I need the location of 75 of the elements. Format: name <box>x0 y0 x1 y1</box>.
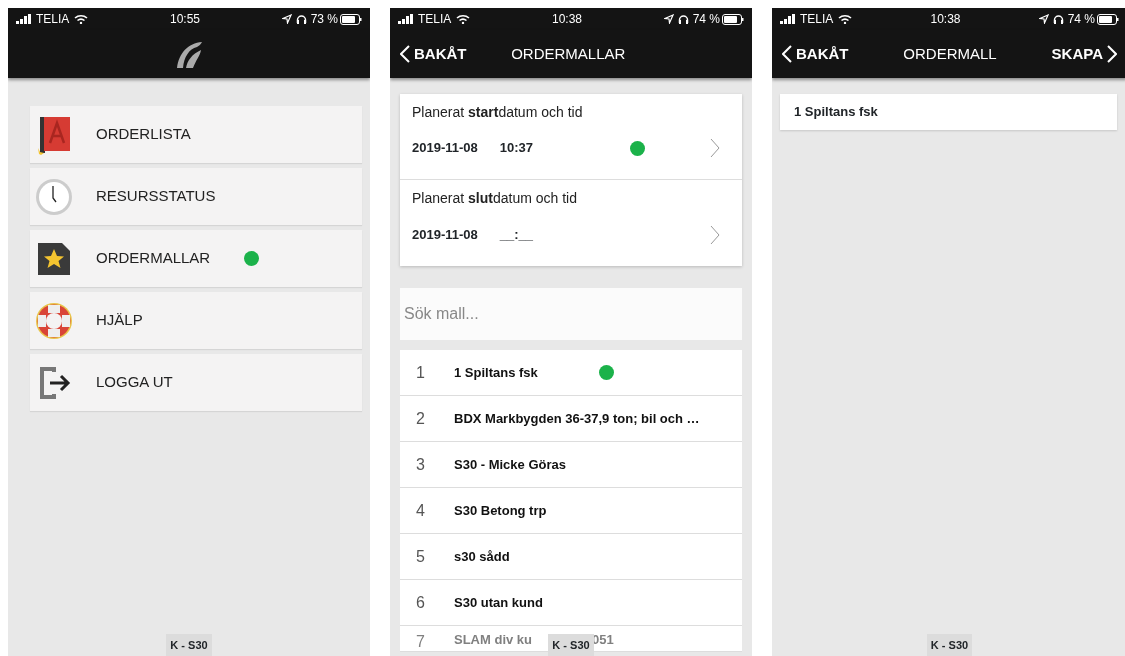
battery-percent: 73 % <box>310 11 338 28</box>
battery-percent: 74 % <box>1067 11 1095 28</box>
headphones-icon <box>677 14 689 24</box>
back-button[interactable]: BAKÅT <box>396 42 471 66</box>
headphones-icon <box>1052 14 1064 24</box>
date-value: 2019-11-08 <box>412 225 478 244</box>
chevron-left-icon <box>400 45 410 63</box>
chevron-right-icon <box>1107 45 1117 63</box>
create-button[interactable]: SKAPA <box>1047 42 1121 66</box>
row-number: 4 <box>416 500 426 521</box>
search-field[interactable]: Sök mall... <box>400 288 742 340</box>
time-value: 10:37 <box>499 139 535 158</box>
menu-item[interactable]: HJÄLP <box>30 292 362 349</box>
template-name: SLAM div ku <box>454 631 532 649</box>
template-row[interactable]: 2 BDX Markbygden 36-37,9 ton; bil och … <box>400 396 742 442</box>
battery-percent: 74 % <box>692 11 720 28</box>
back-button[interactable]: BAKÅT <box>778 42 853 66</box>
date-row[interactable]: Planerat slutdatum och tid 2019-11-08 __:__ <box>400 180 742 266</box>
logo-icon <box>174 39 204 69</box>
clock-time: 10:38 <box>930 12 961 26</box>
template-row[interactable]: 3 S30 - Micke Göras <box>400 442 742 488</box>
row-number: 7 <box>416 632 426 652</box>
headphones-icon <box>295 14 307 24</box>
chevron-right-icon <box>710 138 720 158</box>
clock-icon <box>34 176 74 217</box>
row-number: 3 <box>416 454 426 475</box>
signal-icon <box>398 14 414 24</box>
battery-icon <box>340 13 362 25</box>
row-number: 1 <box>416 362 426 383</box>
template-name[interactable]: 1 Spiltans fsk <box>780 94 1117 130</box>
battery-icon <box>722 13 744 25</box>
clock-time: 10:38 <box>552 12 582 26</box>
time-value: __:__ <box>499 225 535 244</box>
location-icon <box>663 14 674 24</box>
location-icon <box>1038 14 1049 24</box>
vehicle-tooltip: K - S30 <box>548 634 594 656</box>
template-row[interactable]: 1 1 Spiltans fsk <box>400 350 742 396</box>
menu-item[interactable]: LOGGA UT <box>30 354 362 411</box>
menu-item[interactable]: RESURSSTATUS <box>30 168 362 225</box>
date-value: 2019-11-08 <box>412 139 478 158</box>
clock-time: 10:55 <box>170 12 200 26</box>
wifi-icon <box>74 14 89 24</box>
vehicle-tooltip: K - S30 <box>166 634 212 656</box>
wifi-icon <box>838 14 853 24</box>
template-name: S30 - Micke Göras <box>454 455 567 474</box>
screen-title: ORDERMALLAR <box>511 44 626 62</box>
date-label: Planerat startdatum och tid <box>412 103 584 122</box>
template-row[interactable]: 5 s30 sådd <box>400 534 742 580</box>
battery-icon <box>1097 13 1119 25</box>
chevron-left-icon <box>782 45 792 63</box>
chevron-right-icon <box>710 224 720 245</box>
template-name: S30 utan kund <box>454 593 544 612</box>
lifebuoy-icon <box>34 300 74 341</box>
vehicle-tooltip: K - S30 <box>926 634 973 656</box>
template-row[interactable]: 4 S30 Betong trp <box>400 488 742 534</box>
date-label: Planerat slutdatum och tid <box>412 189 578 208</box>
carrier-name: TELIA <box>800 11 834 28</box>
location-icon <box>281 14 292 24</box>
carrier-name: TELIA <box>418 11 452 28</box>
carrier-name: TELIA <box>36 11 70 28</box>
template-name: S30 Betong trp <box>454 501 548 520</box>
screen-title: ORDERMALL <box>903 44 997 62</box>
signal-icon <box>780 14 796 24</box>
row-number: 5 <box>416 546 426 567</box>
row-number: 2 <box>416 408 426 429</box>
signal-icon <box>16 14 32 24</box>
template-name: BDX Markbygden 36-37,9 ton; bil och … <box>454 409 700 428</box>
menu-item[interactable]: ORDERLISTA <box>30 106 362 163</box>
date-row[interactable]: Planerat startdatum och tid 2019-11-08 10:37 <box>400 94 742 180</box>
menu-item[interactable]: ORDERMALLAR <box>30 230 362 287</box>
row-number: 6 <box>416 592 426 613</box>
template-row[interactable]: 6 S30 utan kund <box>400 580 742 626</box>
template-name: s30 sådd <box>454 547 511 566</box>
template-name: 1 Spiltans fsk <box>454 363 539 382</box>
wifi-icon <box>456 14 471 24</box>
